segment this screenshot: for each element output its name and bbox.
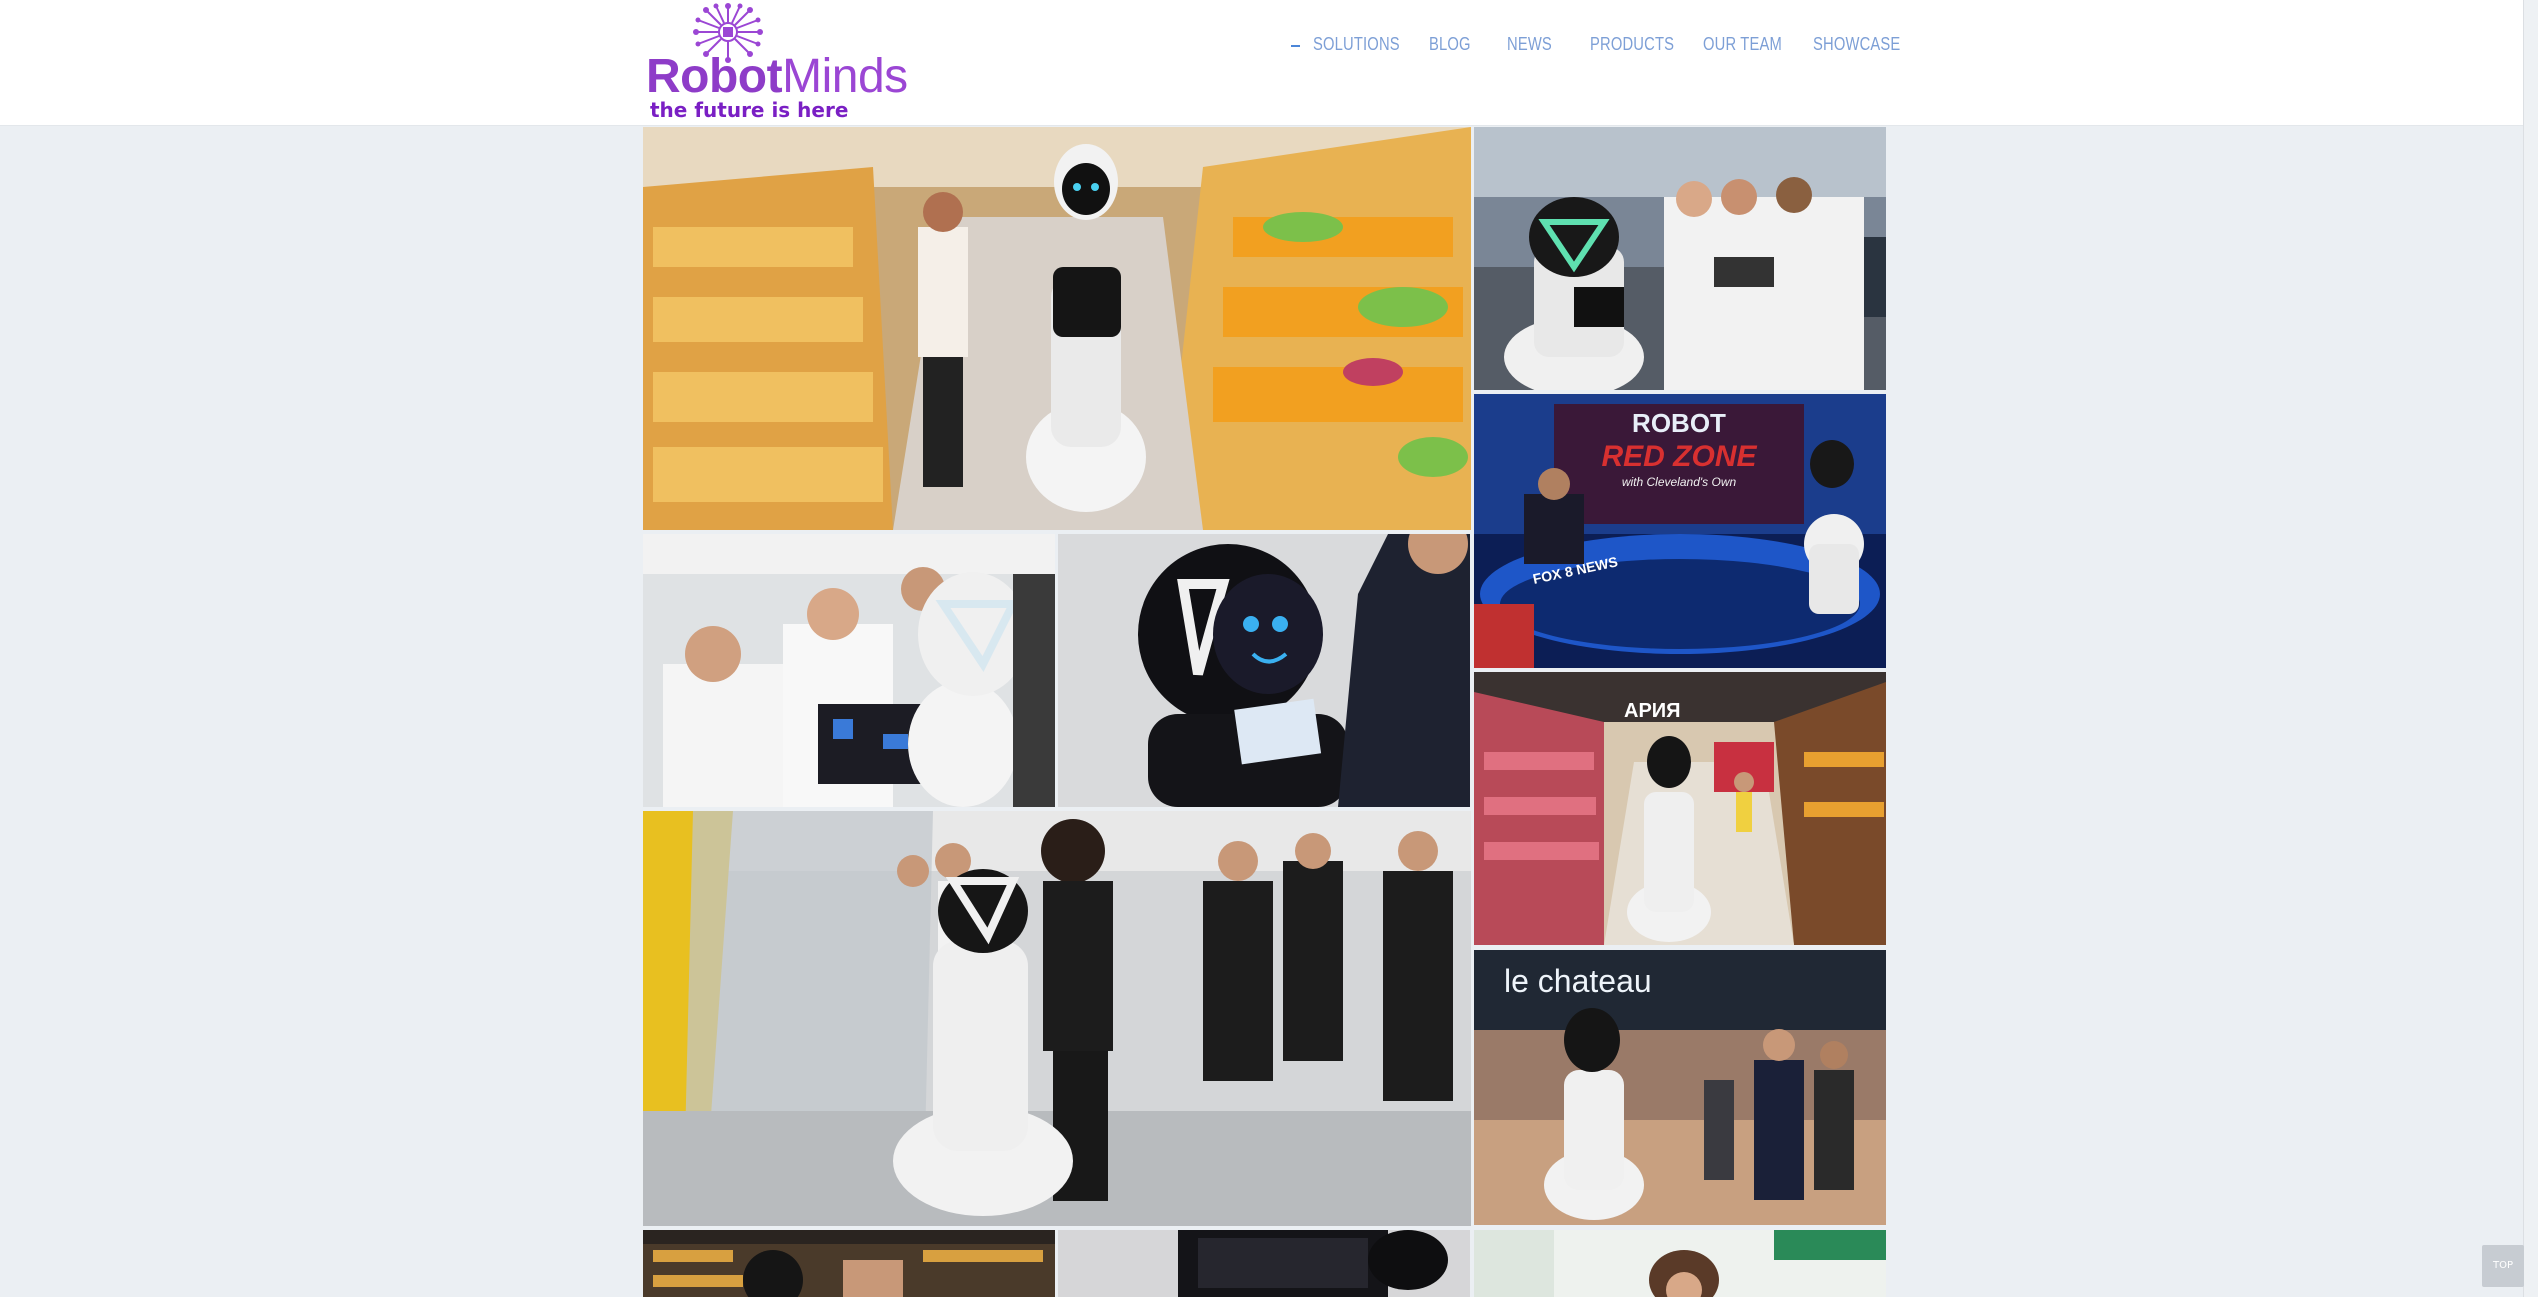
nav-showcase[interactable]: SHOWCASE bbox=[1813, 34, 1900, 55]
store-shelves-image bbox=[643, 1230, 1055, 1297]
photo-robot-tablet[interactable] bbox=[1058, 534, 1470, 807]
photo-office-woman[interactable] bbox=[1474, 1230, 1886, 1297]
photo-dark-screen[interactable] bbox=[1058, 1230, 1470, 1297]
tv-studio-image: ROBOT RED ZONE with Cleveland's Own FOX … bbox=[1474, 394, 1886, 668]
photo-office-crowd[interactable] bbox=[643, 811, 1471, 1226]
engineers-laptop-image bbox=[1474, 127, 1886, 390]
photo-supermarket-bakery[interactable] bbox=[643, 127, 1471, 530]
photo-store-shelves[interactable] bbox=[643, 1230, 1055, 1297]
assembly-team-image bbox=[643, 534, 1055, 807]
page-scrollbar[interactable] bbox=[2523, 0, 2538, 1297]
photo-engineers-laptop[interactable] bbox=[1474, 127, 1886, 390]
photo-grocery-aisle[interactable]: АРИЯ bbox=[1474, 672, 1886, 945]
photo-tv-studio[interactable]: ROBOT RED ZONE with Cleveland's Own FOX … bbox=[1474, 394, 1886, 668]
site-header: RobotMinds the future is here SOLUTIONS … bbox=[0, 0, 2538, 126]
le-chateau-image: le chateau bbox=[1474, 950, 1886, 1225]
office-crowd-image bbox=[643, 811, 1471, 1226]
brand-tagline: the future is here bbox=[650, 98, 849, 122]
grocery-aisle-image: АРИЯ bbox=[1474, 672, 1886, 945]
tv-robot-text: ROBOT bbox=[1632, 408, 1726, 438]
supermarket-bakery-image bbox=[643, 127, 1471, 530]
nav-products[interactable]: PRODUCTS bbox=[1590, 34, 1674, 55]
tv-subtitle-text: with Cleveland's Own bbox=[1622, 475, 1737, 489]
main-nav: SOLUTIONS BLOG NEWS PRODUCTS OUR TEAM SH… bbox=[0, 34, 2538, 64]
tv-red-zone-text: RED ZONE bbox=[1601, 440, 1757, 473]
store-sign-text: АРИЯ bbox=[1624, 700, 1681, 722]
nav-news[interactable]: NEWS bbox=[1507, 34, 1552, 55]
nav-our-team[interactable]: OUR TEAM bbox=[1703, 34, 1782, 55]
chateau-sign-text: le chateau bbox=[1504, 963, 1652, 999]
photo-assembly-team[interactable] bbox=[643, 534, 1055, 807]
dark-screen-image bbox=[1058, 1230, 1470, 1297]
robot-tablet-image bbox=[1058, 534, 1470, 807]
nav-blog[interactable]: BLOG bbox=[1429, 34, 1471, 55]
office-woman-image bbox=[1474, 1230, 1886, 1297]
scroll-to-top-button[interactable]: TOP bbox=[2482, 1245, 2524, 1287]
photo-le-chateau[interactable]: le chateau bbox=[1474, 950, 1886, 1225]
nav-solutions[interactable]: SOLUTIONS bbox=[1313, 34, 1400, 55]
